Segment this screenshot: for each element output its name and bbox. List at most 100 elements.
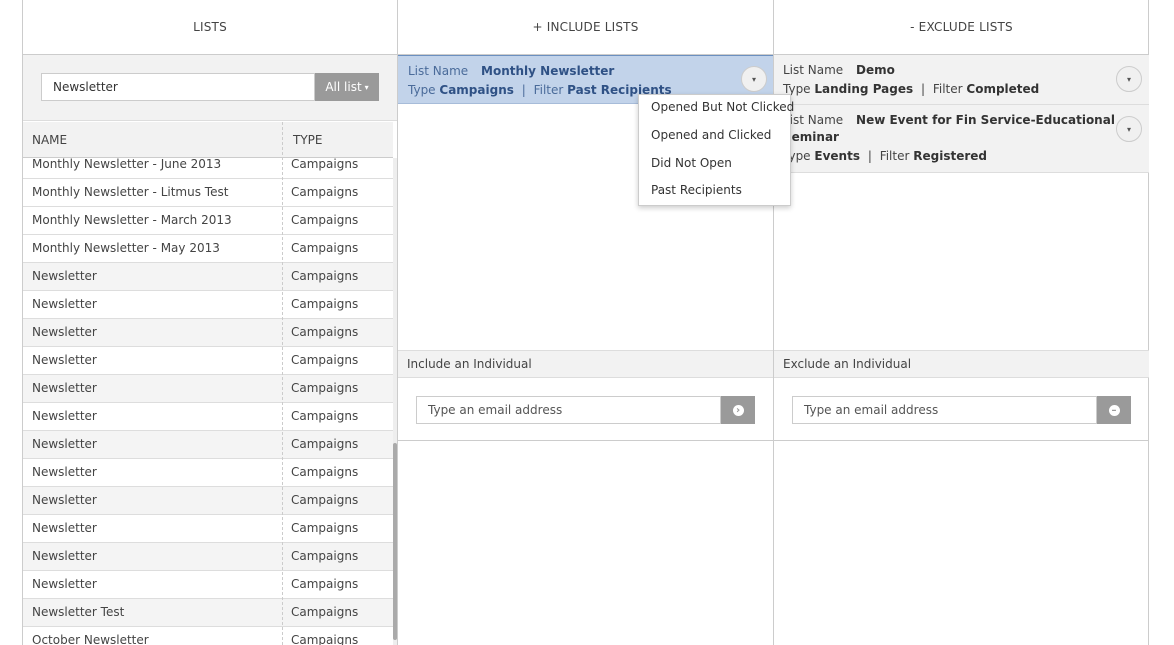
include-email-add-button[interactable]: › bbox=[721, 396, 755, 424]
include-header: + INCLUDE LISTS bbox=[398, 0, 773, 55]
list-type-cell: Campaigns bbox=[291, 633, 359, 645]
chevron-down-icon: ▾ bbox=[364, 82, 369, 92]
list-type-cell: Campaigns bbox=[291, 381, 359, 395]
list-name-cell: Newsletter bbox=[32, 577, 97, 591]
include-item-menu-button[interactable]: ▾ bbox=[741, 66, 767, 92]
list-builder: LISTS Newsletter All list ▾ NAME TYPE Mo… bbox=[22, 0, 1149, 645]
type-value: Events bbox=[814, 149, 860, 163]
list-name-value: Monthly Newsletter bbox=[481, 64, 615, 78]
type-value: Campaigns bbox=[439, 83, 514, 97]
list-type-cell: Campaigns bbox=[291, 577, 359, 591]
table-row[interactable]: Newsletter Campaigns bbox=[23, 571, 393, 599]
table-row[interactable]: Newsletter Campaigns bbox=[23, 543, 393, 571]
filter-option-past-recipients[interactable]: Past Recipients bbox=[651, 183, 742, 197]
table-row[interactable]: October Newsletter Campaigns bbox=[23, 627, 393, 645]
exclude-list-item[interactable]: List Name New Event for Fin Service-Educ… bbox=[774, 105, 1149, 173]
list-type-cell: Campaigns bbox=[291, 605, 359, 619]
table-row[interactable]: Newsletter Campaigns bbox=[23, 487, 393, 515]
table-row[interactable]: Newsletter Campaigns bbox=[23, 431, 393, 459]
list-type-cell: Campaigns bbox=[291, 185, 359, 199]
list-type-cell: Campaigns bbox=[291, 493, 359, 507]
list-name-cell: Newsletter bbox=[32, 437, 97, 451]
list-name-value: New Event for Fin Service-Educational bbox=[856, 113, 1115, 127]
exclude-header: - EXCLUDE LISTS bbox=[774, 0, 1149, 55]
include-column: + INCLUDE LISTS List Name Monthly Newsle… bbox=[397, 0, 794, 645]
exclude-item-menu-button[interactable]: ▾ bbox=[1116, 116, 1142, 142]
include-individual-title: Include an Individual bbox=[398, 350, 773, 378]
table-row[interactable]: Newsletter Campaigns bbox=[23, 319, 393, 347]
list-type-cell: Campaigns bbox=[291, 409, 359, 423]
filter-option-opened-not-clicked[interactable]: Opened But Not Clicked bbox=[651, 100, 794, 114]
filter-option-opened-and-clicked[interactable]: Opened and Clicked bbox=[651, 128, 771, 142]
separator: | bbox=[867, 149, 872, 163]
table-row[interactable]: Monthly Newsletter - March 2013 Campaigns bbox=[23, 207, 393, 235]
type-value: Landing Pages bbox=[814, 82, 914, 96]
list-name-cell: Newsletter bbox=[32, 521, 97, 535]
include-email-input[interactable]: Type an email address bbox=[416, 396, 721, 424]
filter-dropdown-menu: Opened But Not Clicked Opened and Clicke… bbox=[638, 94, 794, 206]
table-row[interactable]: Newsletter Campaigns bbox=[23, 375, 393, 403]
list-name-cell: Newsletter bbox=[32, 297, 97, 311]
filter-value: Completed bbox=[966, 82, 1040, 96]
chevron-down-icon: ▾ bbox=[1126, 74, 1131, 84]
search-bar: Newsletter All list ▾ bbox=[23, 55, 397, 121]
separator: | bbox=[521, 83, 526, 97]
table-row[interactable]: Newsletter Campaigns bbox=[23, 403, 393, 431]
exclude-individual-section: Type an email address – bbox=[774, 378, 1149, 441]
exclude-item-menu-button[interactable]: ▾ bbox=[1116, 66, 1142, 92]
list-name-label: List Name bbox=[783, 113, 844, 127]
lists-table-body: Monthly Newsletter - June 2013 Campaigns M… bbox=[23, 158, 393, 645]
list-name-cell: Newsletter bbox=[32, 269, 97, 283]
table-row[interactable]: Newsletter Campaigns bbox=[23, 515, 393, 543]
add-circle-icon: › bbox=[732, 404, 744, 416]
filter-value: Registered bbox=[913, 149, 987, 163]
list-name-cell: Newsletter bbox=[32, 381, 97, 395]
list-type-cell: Campaigns bbox=[291, 521, 359, 535]
filter-label: Filter bbox=[932, 82, 963, 96]
list-type-cell: Campaigns bbox=[291, 241, 359, 255]
table-row[interactable]: Newsletter Campaigns bbox=[23, 263, 393, 291]
chevron-down-icon: ▾ bbox=[751, 74, 756, 84]
filter-label: Filter bbox=[879, 149, 910, 163]
remove-circle-icon: – bbox=[1108, 404, 1120, 416]
type-label: Type bbox=[408, 83, 436, 97]
filter-option-did-not-open[interactable]: Did Not Open bbox=[651, 156, 732, 170]
search-input[interactable]: Newsletter bbox=[41, 73, 315, 101]
table-row[interactable]: Newsletter Campaigns bbox=[23, 459, 393, 487]
table-row[interactable]: Monthly Newsletter - June 2013 Campaigns bbox=[23, 158, 393, 179]
column-header-name[interactable]: NAME bbox=[32, 133, 67, 147]
list-name-cell: Newsletter bbox=[32, 325, 97, 339]
exclude-column: - EXCLUDE LISTS List Name Demo Type Land… bbox=[773, 0, 1149, 645]
table-row[interactable]: Newsletter Test Campaigns bbox=[23, 599, 393, 627]
all-list-dropdown-button[interactable]: All list ▾ bbox=[315, 73, 379, 101]
column-divider bbox=[282, 122, 283, 645]
list-name-cell: Monthly Newsletter - May 2013 bbox=[32, 241, 220, 255]
list-name-cell: Monthly Newsletter - March 2013 bbox=[32, 213, 232, 227]
exclude-individual-title: Exclude an Individual bbox=[774, 350, 1149, 378]
list-type-cell: Campaigns bbox=[291, 549, 359, 563]
table-row[interactable]: Newsletter Campaigns bbox=[23, 291, 393, 319]
list-type-cell: Campaigns bbox=[291, 353, 359, 367]
include-individual-section: Type an email address › bbox=[398, 378, 773, 441]
table-header: NAME TYPE bbox=[23, 122, 393, 158]
list-name-cell: Newsletter Test bbox=[32, 605, 125, 619]
column-header-type[interactable]: TYPE bbox=[293, 133, 322, 147]
list-name-label: List Name bbox=[783, 63, 844, 77]
lists-header: LISTS bbox=[23, 0, 397, 55]
exclude-list-item[interactable]: List Name Demo Type Landing Pages | Filt… bbox=[774, 55, 1149, 105]
table-row[interactable]: Monthly Newsletter - May 2013 Campaigns bbox=[23, 235, 393, 263]
exclude-email-input[interactable]: Type an email address bbox=[792, 396, 1097, 424]
list-name-value: Demo bbox=[856, 63, 895, 77]
exclude-email-remove-button[interactable]: – bbox=[1097, 396, 1131, 424]
table-row[interactable]: Newsletter Campaigns bbox=[23, 347, 393, 375]
list-type-cell: Campaigns bbox=[291, 325, 359, 339]
all-list-label: All list bbox=[325, 80, 362, 94]
list-type-cell: Campaigns bbox=[291, 269, 359, 283]
list-name-cell: Newsletter bbox=[32, 409, 97, 423]
list-type-cell: Campaigns bbox=[291, 465, 359, 479]
list-type-cell: Campaigns bbox=[291, 297, 359, 311]
list-name-cell: Newsletter bbox=[32, 493, 97, 507]
table-row[interactable]: Monthly Newsletter - Litmus Test Campaign… bbox=[23, 179, 393, 207]
list-type-cell: Campaigns bbox=[291, 437, 359, 451]
list-type-cell: Campaigns bbox=[291, 213, 359, 227]
